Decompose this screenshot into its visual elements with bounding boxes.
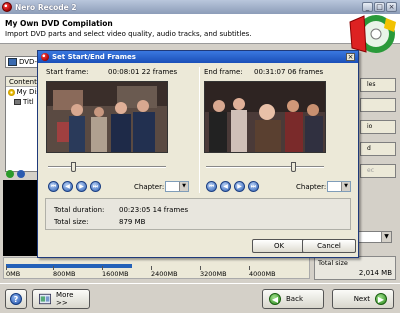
total-size-value: 2,014 MB xyxy=(358,269,392,277)
end-chapter-select[interactable]: ▼ xyxy=(327,181,351,192)
chevron-down-icon: ▼ xyxy=(381,232,391,242)
title-icon xyxy=(14,99,21,105)
back-button-label: Back xyxy=(286,295,303,303)
capacity-tick: 800MB xyxy=(53,266,76,278)
capacity-bar: 0MB 800MB 1600MB 2400MB 3200MB 4000MB xyxy=(3,257,310,279)
right-panel-button-3[interactable]: io xyxy=(360,120,396,134)
bottom-bar: ? More >> ◀ Back Next ▶ xyxy=(0,283,400,313)
end-chapter-label: Chapter: xyxy=(296,183,327,191)
tree-item-disc[interactable]: My Dis xyxy=(6,87,40,97)
end-nav-buttons: ⏮ ◀ ▶ ⏭ xyxy=(206,181,259,192)
chevron-down-icon: ▼ xyxy=(341,182,350,191)
content-tree-header[interactable]: Content xyxy=(6,77,40,87)
capacity-tick: 4000MB xyxy=(249,266,276,278)
help-button[interactable]: ? xyxy=(5,289,27,309)
start-frame-preview xyxy=(46,81,168,153)
next-frame-button[interactable]: ▶ xyxy=(234,181,245,192)
prev-frame-button[interactable]: ◀ xyxy=(220,181,231,192)
total-duration-value: 00:23:05 14 frames xyxy=(119,206,189,214)
dialog-close-button[interactable]: × xyxy=(346,53,355,61)
capacity-ticks: 0MB 800MB 1600MB 2400MB 3200MB 4000MB xyxy=(4,266,309,280)
chevron-down-icon: ▼ xyxy=(179,182,188,191)
next-button-label: Next xyxy=(353,295,370,303)
capacity-tick: 3200MB xyxy=(200,266,227,278)
end-frame-label: End frame: xyxy=(204,68,243,76)
more-panel-icon xyxy=(39,293,52,305)
right-panel-button-1[interactable]: les xyxy=(360,78,396,92)
last-frame-button[interactable]: ⏭ xyxy=(90,181,101,192)
total-size-label: Total size: xyxy=(54,218,89,226)
page-title: My Own DVD Compilation xyxy=(5,19,113,28)
blue-status-icon[interactable] xyxy=(17,170,25,178)
start-frame-row: Start frame: 00:08:01 22 frames xyxy=(46,68,196,76)
tree-item-label: Titl xyxy=(23,98,34,106)
nero-app-icon xyxy=(2,2,12,12)
help-icon: ? xyxy=(10,293,22,305)
tree-item-title[interactable]: Titl xyxy=(6,97,40,107)
prev-frame-button[interactable]: ◀ xyxy=(62,181,73,192)
source-combo-label: DVD- xyxy=(19,58,37,66)
arrow-left-icon: ◀ xyxy=(269,293,281,305)
total-size-label: Total size xyxy=(318,259,348,267)
total-size-value: 879 MB xyxy=(119,218,146,226)
close-button[interactable]: × xyxy=(386,2,397,12)
first-frame-button[interactable]: ⏮ xyxy=(206,181,217,192)
total-size-box: Total size 2,014 MB xyxy=(314,256,396,280)
right-panel-button-2[interactable] xyxy=(360,98,396,112)
more-button-label: More >> xyxy=(56,291,74,307)
maximize-button[interactable]: □ xyxy=(374,2,385,12)
right-panel-button-5[interactable]: ec xyxy=(360,164,396,178)
page-subtitle: Import DVD parts and select video qualit… xyxy=(5,30,252,38)
source-combo[interactable]: DVD- xyxy=(5,56,41,68)
last-frame-button[interactable]: ⏭ xyxy=(248,181,259,192)
summary-box: Total duration: 00:23:05 14 frames Total… xyxy=(45,198,351,230)
dialog-titlebar[interactable]: Set Start/End Frames × xyxy=(38,51,358,63)
slider-thumb[interactable] xyxy=(291,162,296,172)
slider-track xyxy=(206,166,324,168)
capacity-tick: 0MB xyxy=(6,266,21,278)
content-tree[interactable]: Content My Dis Titl xyxy=(5,76,41,172)
dvd-drive-icon xyxy=(8,58,17,66)
start-frame-slider[interactable] xyxy=(48,162,166,172)
arrow-right-icon: ▶ xyxy=(375,293,387,305)
start-nav-buttons: ⏮ ◀ ▶ ⏭ xyxy=(48,181,101,192)
start-chapter-select[interactable]: ▼ xyxy=(165,181,189,192)
first-frame-button[interactable]: ⏮ xyxy=(48,181,59,192)
right-panel-button-4[interactable]: d xyxy=(360,142,396,156)
preview-area xyxy=(3,180,39,256)
capacity-tick: 1600MB xyxy=(102,266,129,278)
ok-button[interactable]: OK xyxy=(252,239,306,253)
next-frame-button[interactable]: ▶ xyxy=(76,181,87,192)
more-button[interactable]: More >> xyxy=(32,289,90,309)
dialog-title: Set Start/End Frames xyxy=(52,53,136,61)
back-button[interactable]: ◀ Back xyxy=(262,289,324,309)
end-frame-slider[interactable] xyxy=(206,162,324,172)
page-header: My Own DVD Compilation Import DVD parts … xyxy=(0,14,400,44)
window-controls: _ □ × xyxy=(362,2,397,12)
end-frame-value: 00:31:07 06 frames xyxy=(254,68,324,76)
start-chapter-label: Chapter: xyxy=(134,183,165,191)
slider-thumb[interactable] xyxy=(71,162,76,172)
window-title: Nero Recode 2 xyxy=(15,2,77,12)
window-titlebar[interactable]: Nero Recode 2 _ □ × xyxy=(0,0,400,14)
set-frames-dialog: Set Start/End Frames × Start frame: 00:0… xyxy=(37,50,359,258)
disc-icon xyxy=(8,88,15,96)
minimize-button[interactable]: _ xyxy=(362,2,373,12)
nero-app-icon xyxy=(41,53,49,61)
end-frame-row: End frame: 00:31:07 06 frames xyxy=(204,68,354,76)
start-frame-value: 00:08:01 22 frames xyxy=(108,68,178,76)
slider-track xyxy=(48,166,166,168)
next-button[interactable]: Next ▶ xyxy=(332,289,394,309)
green-status-icon[interactable] xyxy=(6,170,14,178)
capacity-fill xyxy=(6,264,132,268)
end-frame-preview xyxy=(204,81,326,153)
pane-divider xyxy=(199,67,200,193)
total-duration-label: Total duration: xyxy=(54,206,105,214)
capacity-tick: 2400MB xyxy=(151,266,178,278)
cancel-button[interactable]: Cancel xyxy=(302,239,356,253)
start-frame-label: Start frame: xyxy=(46,68,89,76)
